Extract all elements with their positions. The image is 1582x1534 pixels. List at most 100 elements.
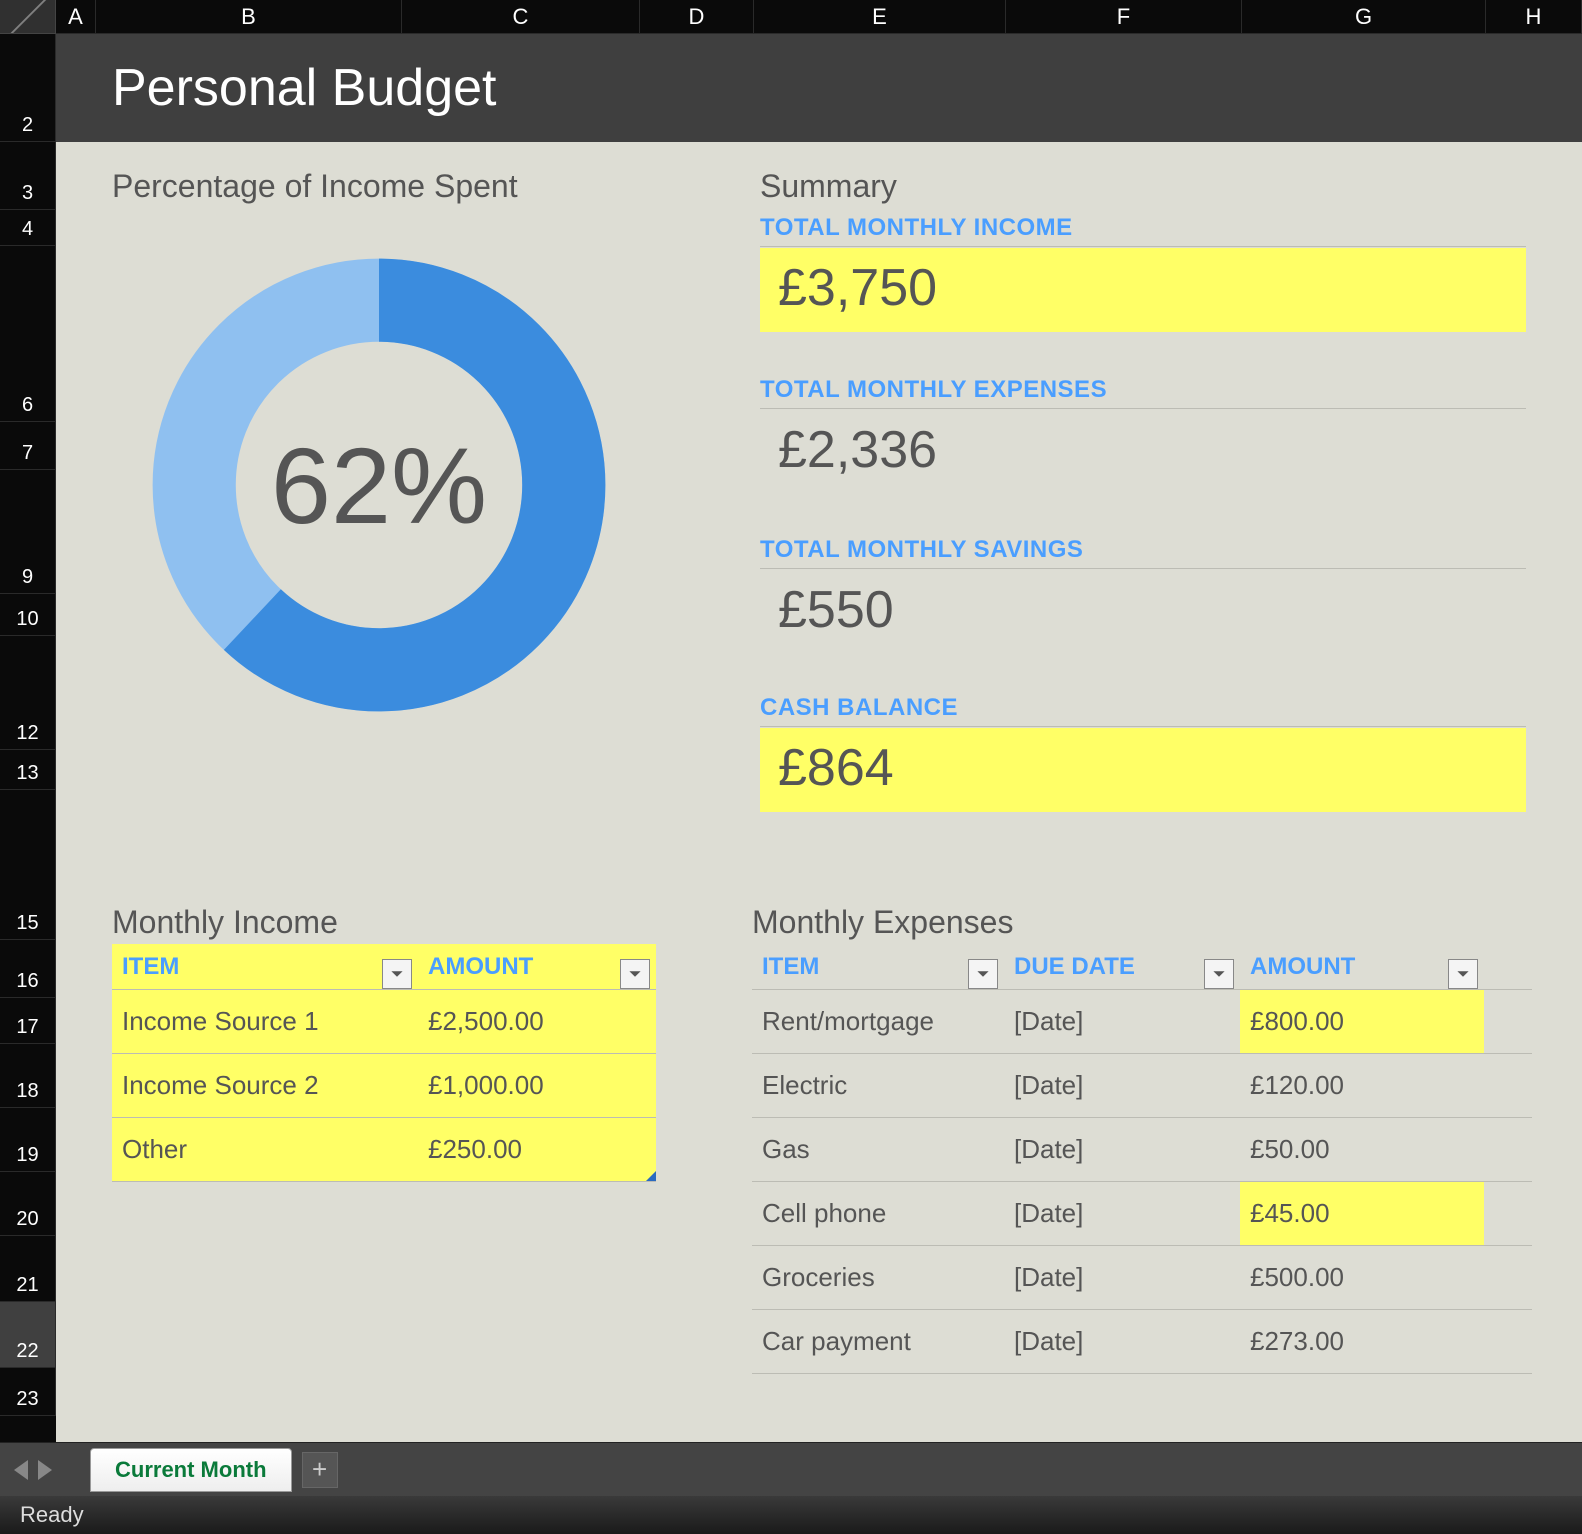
status-text: Ready xyxy=(20,1502,84,1528)
expense-row[interactable]: Cell phone[Date]£45.00 xyxy=(752,1182,1532,1246)
row-header-17[interactable]: 17 xyxy=(0,998,56,1044)
expense-item-cell[interactable]: Groceries xyxy=(752,1262,1004,1293)
plus-icon: + xyxy=(312,1454,327,1485)
summary-heading: Summary xyxy=(760,168,897,205)
expense-th-due: DUE DATE xyxy=(1014,953,1135,980)
row-header-21[interactable]: 21 xyxy=(0,1236,56,1302)
expense-due-cell[interactable]: [Date] xyxy=(1004,1262,1240,1293)
expense-row[interactable]: Gas[Date]£50.00 xyxy=(752,1118,1532,1182)
income-item-cell[interactable]: Income Source 1 xyxy=(112,1006,418,1037)
expense-row[interactable]: Electric[Date]£120.00 xyxy=(752,1054,1532,1118)
col-header-A[interactable]: A xyxy=(56,0,96,34)
row-header-20[interactable]: 20 xyxy=(0,1172,56,1236)
row-header-16[interactable]: 16 xyxy=(0,940,56,998)
row-header-19[interactable]: 19 xyxy=(0,1108,56,1172)
chevron-down-icon xyxy=(1456,967,1470,981)
row-header-12[interactable]: 12 xyxy=(0,636,56,750)
expense-amount-cell[interactable]: £800.00 xyxy=(1240,990,1484,1053)
worksheet-body[interactable]: Personal Budget Percentage of Income Spe… xyxy=(56,34,1582,1442)
expense-row[interactable]: Rent/mortgage[Date]£800.00 xyxy=(752,990,1532,1054)
chevron-down-icon xyxy=(628,967,642,981)
donut-chart: 62% xyxy=(148,254,610,716)
summary-income-value[interactable]: £3,750 xyxy=(760,248,1526,332)
expense-amount-cell[interactable]: £45.00 xyxy=(1240,1182,1484,1245)
income-row[interactable]: Income Source 1£2,500.00 xyxy=(112,990,656,1054)
status-bar: Ready xyxy=(0,1496,1582,1534)
chevron-down-icon xyxy=(976,967,990,981)
row-header-10[interactable]: 10 xyxy=(0,594,56,636)
summary-income-label: TOTAL MONTHLY INCOME xyxy=(760,214,1526,247)
col-header-H[interactable]: H xyxy=(1486,0,1582,34)
expense-row[interactable]: Car payment[Date]£273.00 xyxy=(752,1310,1532,1374)
row-header-13[interactable]: 13 xyxy=(0,750,56,790)
col-header-F[interactable]: F xyxy=(1006,0,1242,34)
summary-savings-value[interactable]: £550 xyxy=(760,570,1526,654)
income-amount-cell[interactable]: £250.00 xyxy=(418,1134,656,1165)
expense-due-cell[interactable]: [Date] xyxy=(1004,1326,1240,1357)
next-sheet-button[interactable] xyxy=(38,1460,52,1480)
income-table-header: ITEM AMOUNT xyxy=(112,944,656,990)
row-header-18[interactable]: 18 xyxy=(0,1044,56,1108)
row-header-4[interactable]: 4 xyxy=(0,210,56,246)
income-row[interactable]: Income Source 2£1,000.00 xyxy=(112,1054,656,1118)
income-amount-cell[interactable]: £1,000.00 xyxy=(418,1070,656,1101)
chevron-down-icon xyxy=(1212,967,1226,981)
income-row[interactable]: Other£250.00 xyxy=(112,1118,656,1182)
expense-amount-cell[interactable]: £273.00 xyxy=(1240,1326,1484,1357)
expense-th-item: ITEM xyxy=(762,953,819,980)
expense-th-amount: AMOUNT xyxy=(1250,953,1355,980)
spreadsheet-app: A B C D E F G H 2 3 4 6 7 9 10 12 13 15 … xyxy=(0,0,1582,1534)
expense-item-filter-button[interactable] xyxy=(968,959,998,989)
income-amount-filter-button[interactable] xyxy=(620,959,650,989)
table-resize-handle[interactable] xyxy=(646,1171,656,1181)
income-item-filter-button[interactable] xyxy=(382,959,412,989)
chevron-down-icon xyxy=(390,967,404,981)
row-header-2[interactable]: 2 xyxy=(0,34,56,142)
col-header-E[interactable]: E xyxy=(754,0,1006,34)
row-header-15[interactable]: 15 xyxy=(0,790,56,940)
select-all-corner[interactable] xyxy=(0,0,56,34)
income-item-cell[interactable]: Income Source 2 xyxy=(112,1070,418,1101)
col-header-C[interactable]: C xyxy=(402,0,640,34)
prev-sheet-button[interactable] xyxy=(14,1460,28,1480)
donut-center-value: 62% xyxy=(148,254,610,716)
expense-amount-cell[interactable]: £50.00 xyxy=(1240,1134,1484,1165)
col-header-D[interactable]: D xyxy=(640,0,754,34)
summary-balance-value[interactable]: £864 xyxy=(760,728,1526,812)
row-header-9[interactable]: 9 xyxy=(0,470,56,594)
sheet-tab-current-month[interactable]: Current Month xyxy=(90,1448,292,1492)
page-title: Personal Budget xyxy=(56,34,1582,142)
col-header-B[interactable]: B xyxy=(96,0,402,34)
row-header-7[interactable]: 7 xyxy=(0,422,56,470)
percentage-heading: Percentage of Income Spent xyxy=(112,168,518,205)
row-header-3[interactable]: 3 xyxy=(0,142,56,210)
income-item-cell[interactable]: Other xyxy=(112,1134,418,1165)
expense-amount-filter-button[interactable] xyxy=(1448,959,1478,989)
expense-item-cell[interactable]: Car payment xyxy=(752,1326,1004,1357)
expense-amount-cell[interactable]: £120.00 xyxy=(1240,1070,1484,1101)
expense-due-cell[interactable]: [Date] xyxy=(1004,1070,1240,1101)
row-header-column: 2 3 4 6 7 9 10 12 13 15 16 17 18 19 20 2… xyxy=(0,34,56,1442)
expense-item-cell[interactable]: Electric xyxy=(752,1070,1004,1101)
row-header-22[interactable]: 22 xyxy=(0,1302,56,1368)
summary-expenses-label: TOTAL MONTHLY EXPENSES xyxy=(760,376,1526,409)
expense-item-cell[interactable]: Rent/mortgage xyxy=(752,1006,1004,1037)
expense-row[interactable]: Groceries[Date]£500.00 xyxy=(752,1246,1532,1310)
expense-due-cell[interactable]: [Date] xyxy=(1004,1198,1240,1229)
expense-due-cell[interactable]: [Date] xyxy=(1004,1006,1240,1037)
income-table-heading: Monthly Income xyxy=(112,904,338,941)
expense-table-heading: Monthly Expenses xyxy=(752,904,1013,941)
summary-balance-label: CASH BALANCE xyxy=(760,694,1526,727)
col-header-G[interactable]: G xyxy=(1242,0,1486,34)
row-header-6[interactable]: 6 xyxy=(0,246,56,422)
expense-table-header: ITEM DUE DATE AMOUNT xyxy=(752,944,1532,990)
row-header-23[interactable]: 23 xyxy=(0,1368,56,1416)
expense-amount-cell[interactable]: £500.00 xyxy=(1240,1262,1484,1293)
add-sheet-button[interactable]: + xyxy=(302,1452,338,1488)
expense-item-cell[interactable]: Gas xyxy=(752,1134,1004,1165)
income-amount-cell[interactable]: £2,500.00 xyxy=(418,1006,656,1037)
expense-due-filter-button[interactable] xyxy=(1204,959,1234,989)
expense-item-cell[interactable]: Cell phone xyxy=(752,1198,1004,1229)
expense-due-cell[interactable]: [Date] xyxy=(1004,1134,1240,1165)
summary-expenses-value[interactable]: £2,336 xyxy=(760,410,1526,494)
